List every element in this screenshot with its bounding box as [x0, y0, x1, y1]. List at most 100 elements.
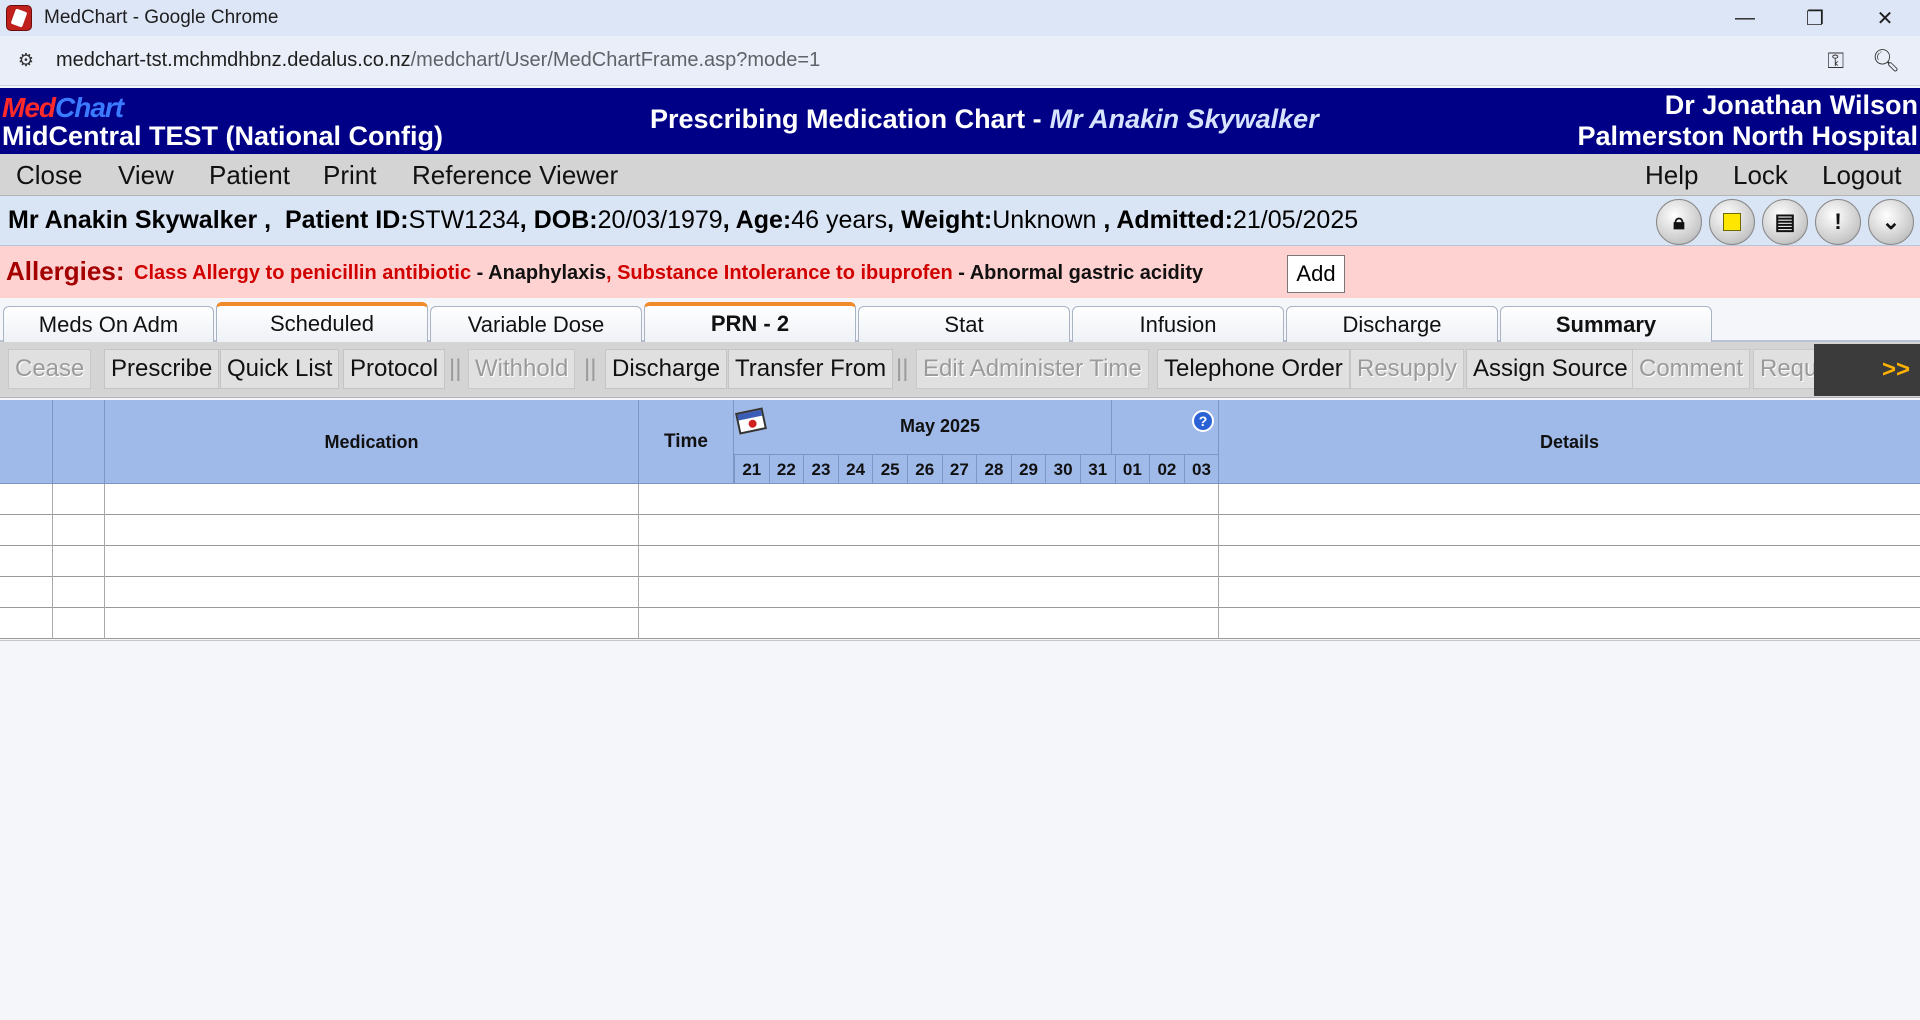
select-column-header [0, 400, 53, 484]
day-cell[interactable]: 26 [906, 455, 942, 485]
patient-weight: Unknown [992, 206, 1097, 234]
tab-discharge[interactable]: Discharge [1286, 306, 1498, 342]
day-cell[interactable]: 25 [872, 455, 907, 485]
menu-help[interactable]: Help [1645, 160, 1698, 191]
cease-button[interactable]: Cease [8, 349, 92, 389]
stop-icon[interactable] [1709, 199, 1755, 245]
alert-icon[interactable]: ! [1815, 199, 1861, 245]
medchart-logo: MedChart [2, 92, 124, 123]
day-cell[interactable]: 01 [1114, 455, 1150, 485]
allergy-2[interactable]: , Substance Intolerance to ibuprofen [606, 262, 953, 284]
toolbar-separator: || [449, 355, 462, 382]
url-host: medchart-tst.mchmdhbnz.dedalus.co.nz [56, 49, 411, 71]
day-cell[interactable]: 30 [1045, 455, 1080, 485]
day-cell[interactable]: 27 [941, 455, 977, 485]
medchart-app-icon [6, 5, 32, 31]
tab-prn[interactable]: PRN - 2 [644, 302, 856, 342]
chart-title-patient: Mr Anakin Skywalker [1049, 104, 1319, 134]
chart-title: Prescribing Medication Chart - Mr Anakin … [650, 104, 1319, 135]
patient-dob: 20/03/1979 [597, 206, 723, 234]
zoom-icon[interactable]: 🔍︎ [1872, 48, 1900, 74]
help-icon[interactable]: ? [1192, 410, 1214, 432]
day-cell[interactable]: 21 [734, 455, 769, 485]
day-cell[interactable]: 29 [1010, 455, 1046, 485]
menu-close[interactable]: Close [16, 160, 82, 191]
toolbar-separator: || [896, 355, 909, 382]
day-cell[interactable]: 24 [837, 455, 873, 485]
browser-title-bar: MedChart - Google Chrome — ❐ ✕ [0, 0, 1920, 36]
tab-scheduled[interactable]: Scheduled [216, 302, 428, 342]
withhold-button[interactable]: Withhold [468, 349, 576, 389]
day-cell[interactable]: 28 [976, 455, 1011, 485]
tab-infusion[interactable]: Infusion [1072, 306, 1284, 342]
day-header-row: 21 22 23 24 25 26 27 28 29 30 31 01 02 0… [734, 454, 1219, 485]
quick-list-button[interactable]: Quick List [220, 349, 340, 389]
tune-icon[interactable]: ⚙ [14, 49, 38, 73]
table-row[interactable] [0, 515, 1920, 546]
hospital-name: Palmerston North Hospital [1577, 121, 1918, 151]
patient-id-label: Patient ID: [285, 206, 409, 234]
patient-name: Mr Anakin Skywalker [8, 206, 258, 234]
medchart-header: MedChart MidCentral TEST (National Confi… [0, 88, 1920, 154]
minimize-button[interactable]: — [1710, 0, 1780, 36]
discharge-button[interactable]: Discharge [605, 349, 728, 389]
doctor-name: Dr Jonathan Wilson [1664, 90, 1918, 120]
url-field[interactable]: medchart-tst.mchmdhbnz.dedalus.co.nz/med… [56, 49, 820, 72]
tab-variable-dose[interactable]: Variable Dose [430, 306, 642, 342]
menu-logout[interactable]: Logout [1822, 160, 1902, 191]
month-divider [1111, 400, 1112, 454]
empty-chart-area [0, 640, 1920, 1020]
allergy-bar: Allergies: Class Allergy to penicillin a… [0, 246, 1920, 298]
close-window-button[interactable]: ✕ [1850, 0, 1920, 36]
protocol-button[interactable]: Protocol [343, 349, 446, 389]
comment-button[interactable]: Comment [1632, 349, 1751, 389]
key-icon[interactable]: ⚿ [1827, 48, 1844, 74]
day-cell[interactable]: 02 [1149, 455, 1184, 485]
day-cell[interactable]: 03 [1183, 455, 1219, 485]
restore-button[interactable]: ❐ [1780, 0, 1850, 36]
weight-label: , Weight: [887, 206, 993, 234]
table-row[interactable] [0, 484, 1920, 515]
lock-person-icon[interactable]: 🔒︎ [1656, 199, 1702, 245]
site-name: MidCentral TEST (National Config) [2, 121, 443, 151]
table-row[interactable] [0, 546, 1920, 577]
day-cell[interactable]: 22 [768, 455, 804, 485]
patient-admitted: 21/05/2025 [1233, 206, 1359, 234]
time-column-header[interactable]: Time [639, 400, 734, 484]
resupply-button[interactable]: Resupply [1350, 349, 1465, 389]
expand-icon[interactable]: ⌄ [1868, 199, 1914, 245]
edit-administer-time-button[interactable]: Edit Administer Time [916, 349, 1149, 389]
menu-print[interactable]: Print [323, 160, 376, 191]
address-bar: ⚙ medchart-tst.mchmdhbnz.dedalus.co.nz/m… [0, 36, 1920, 86]
menu-lock[interactable]: Lock [1733, 160, 1788, 191]
prescribe-button[interactable]: Prescribe [104, 349, 220, 389]
patient-age: 46 years [791, 206, 888, 234]
grid-header: Medication Time Details May 2025 ? 21 22… [0, 400, 1920, 485]
table-row[interactable] [0, 577, 1920, 608]
status-column-header [53, 400, 105, 484]
notes-icon[interactable]: ▤ [1762, 199, 1808, 245]
allergy-1[interactable]: Class Allergy to penicillin antibiotic [134, 262, 471, 284]
url-path: /medchart/User/MedChartFrame.asp?mode=1 [410, 49, 821, 71]
day-cell[interactable]: 31 [1079, 455, 1115, 485]
patient-info: Mr Anakin Skywalker , Patient ID:STW1234… [8, 206, 1359, 234]
tab-stat[interactable]: Stat [858, 306, 1070, 342]
menu-view[interactable]: View [118, 160, 174, 191]
window-title: MedChart - Google Chrome [44, 7, 279, 28]
telephone-order-button[interactable]: Telephone Order [1157, 349, 1350, 389]
table-row[interactable] [0, 608, 1920, 639]
tab-meds-on-adm[interactable]: Meds On Adm [3, 306, 214, 342]
day-cell[interactable]: 23 [803, 455, 838, 485]
tab-summary[interactable]: Summary [1500, 306, 1712, 342]
chart-tabs: Meds On Adm Scheduled Variable Dose PRN … [0, 298, 1920, 342]
add-allergy-button[interactable]: Add [1287, 255, 1345, 293]
transfer-from-button[interactable]: Transfer From [728, 349, 894, 389]
allergy-1-reaction: - Anaphylaxis [471, 262, 606, 284]
more-actions-button[interactable]: >> [1814, 344, 1920, 396]
assign-source-button[interactable]: Assign Source [1466, 349, 1635, 389]
menu-reference-viewer[interactable]: Reference Viewer [412, 160, 618, 191]
menu-patient[interactable]: Patient [209, 160, 290, 191]
allergy-2-reaction: - Abnormal gastric acidity [952, 262, 1204, 284]
medication-column-header[interactable]: Medication [105, 400, 639, 484]
details-column-header[interactable]: Details [1219, 400, 1920, 484]
